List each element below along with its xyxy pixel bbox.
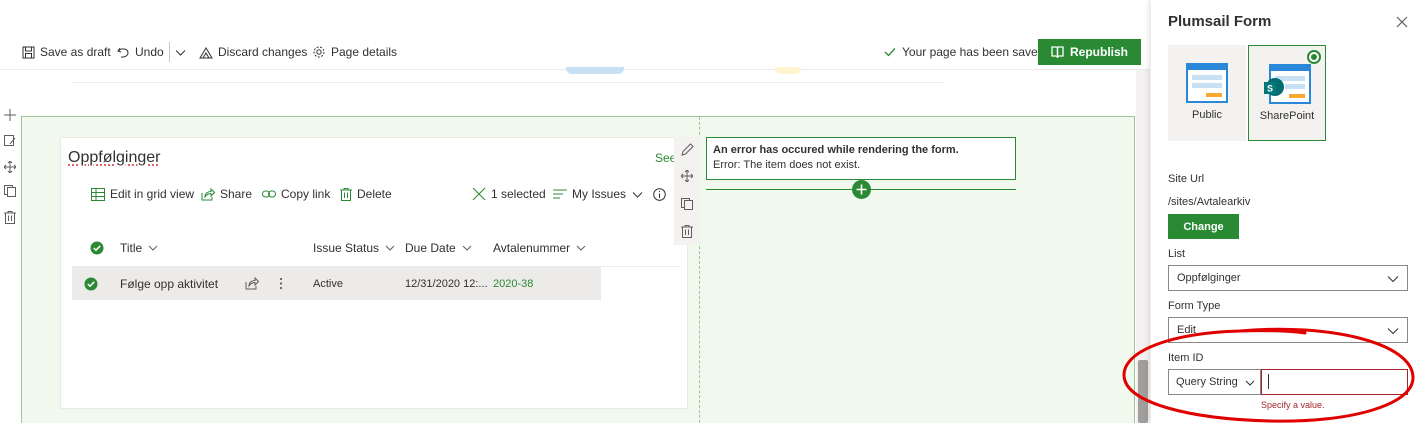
plus-icon (856, 184, 867, 195)
edit-grid-view-button[interactable]: Edit in grid view (91, 185, 194, 203)
grid-icon (91, 187, 105, 201)
chevron-down-icon (385, 245, 395, 251)
section-toolbar (0, 70, 20, 423)
gear-icon (313, 46, 325, 58)
info-button[interactable] (653, 185, 671, 203)
list-label: List (1168, 248, 1186, 260)
close-panel-button[interactable] (1395, 15, 1409, 29)
column-header-due-date[interactable]: Due Date (405, 241, 472, 255)
share-button[interactable]: Share (201, 185, 252, 203)
page-details-button[interactable]: Page details (312, 34, 397, 70)
select-all-check[interactable] (84, 241, 104, 255)
column-header-issue-status[interactable]: Issue Status (313, 241, 395, 255)
add-section-icon[interactable] (3, 108, 17, 122)
undo-button[interactable]: Undo (117, 34, 164, 70)
edit-webpart-icon[interactable] (680, 142, 694, 156)
chevron-down-icon (175, 49, 186, 56)
view-list-icon (553, 189, 567, 199)
panel-title: Plumsail Form (1168, 13, 1272, 30)
republish-button[interactable]: Republish (1038, 39, 1141, 65)
checkmark-icon (884, 48, 896, 57)
command-bar: Save as draft Undo Discard changes Page … (0, 34, 1150, 70)
row-more-button[interactable] (279, 267, 283, 300)
error-title: An error has occured while rendering the… (713, 144, 959, 156)
trash-icon (340, 187, 352, 201)
copy-link-button[interactable]: Copy link (262, 185, 330, 203)
item-id-input[interactable] (1261, 369, 1408, 395)
check-circle-icon (84, 277, 98, 290)
list-dropdown[interactable]: Oppfølginger (1168, 265, 1408, 291)
chevron-down-icon (1245, 380, 1255, 386)
share-icon (201, 187, 215, 200)
form-public-icon (1186, 63, 1228, 103)
chevron-down-icon (576, 245, 586, 251)
share-icon (245, 277, 259, 290)
add-webpart-button[interactable] (852, 180, 871, 199)
delete-button[interactable]: Delete (340, 185, 392, 203)
form-sharepoint-icon: S (1264, 64, 1311, 104)
edit-section-icon[interactable] (3, 134, 17, 148)
save-draft-button[interactable]: Save as draft (22, 34, 111, 70)
item-id-error: Specify a value. (1261, 400, 1325, 410)
column-tag-blue (566, 67, 624, 74)
undo-dropdown-button[interactable] (175, 34, 191, 70)
save-icon (22, 46, 35, 58)
move-webpart-icon[interactable] (680, 169, 694, 183)
site-url-value: /sites/Avtalearkiv (1168, 196, 1251, 208)
list-title[interactable]: Oppfølginger (68, 149, 161, 167)
command-separator (169, 42, 170, 62)
form-type-label: Form Type (1168, 300, 1221, 312)
view-selector[interactable]: My Issues (553, 185, 648, 203)
row-avtalenummer[interactable]: 2020-38 (493, 267, 533, 300)
text-caret (1268, 374, 1269, 389)
tile-sharepoint[interactable]: S SharePoint (1248, 45, 1326, 141)
change-button[interactable]: Change (1168, 214, 1239, 239)
svg-text:S: S (1267, 84, 1273, 94)
discard-changes-button[interactable]: Discard changes (199, 34, 307, 70)
chevron-down-icon (148, 245, 158, 251)
selected-radio-icon (1307, 50, 1321, 64)
site-url-label: Site Url (1168, 173, 1205, 185)
column-header-title[interactable]: Title (120, 241, 158, 255)
row-issue-status: Active (313, 277, 343, 290)
chevron-down-icon (632, 191, 643, 198)
item-id-source-dropdown[interactable]: Query String (1168, 369, 1261, 395)
info-icon (653, 187, 666, 201)
item-id-label: Item ID (1168, 352, 1204, 364)
more-vertical-icon (279, 277, 283, 290)
duplicate-webpart-icon[interactable] (680, 197, 694, 211)
error-message: Error: The item does not exist. (713, 159, 861, 171)
undo-icon (117, 47, 129, 58)
form-error-webpart[interactable]: An error has occured while rendering the… (706, 137, 1016, 180)
clear-selection-button[interactable]: 1 selected (472, 185, 546, 203)
chevron-down-icon (1387, 328, 1399, 335)
page-scrollbar-thumb[interactable] (1138, 360, 1148, 423)
check-circle-icon (90, 241, 104, 255)
delete-webpart-icon[interactable] (680, 224, 694, 238)
duplicate-section-icon[interactable] (3, 184, 17, 198)
chevron-down-icon (462, 245, 472, 251)
row-select-check[interactable] (84, 267, 98, 300)
form-type-dropdown[interactable]: Edit (1168, 317, 1408, 343)
row-share-button[interactable] (245, 267, 259, 300)
saved-status: Your page has been saved (884, 34, 1044, 70)
column-header-avtalenummer[interactable]: Avtalenummer (493, 241, 586, 255)
row-due-date: 12/31/2020 12:... (405, 277, 488, 290)
tile-public-label: Public (1192, 109, 1222, 121)
tile-public[interactable]: Public (1168, 45, 1246, 141)
close-icon (1396, 16, 1408, 28)
delete-section-icon[interactable] (3, 210, 17, 224)
move-section-icon[interactable] (3, 160, 17, 174)
previous-section-divider (72, 82, 944, 83)
discard-icon (199, 46, 213, 58)
link-icon (262, 190, 276, 198)
tile-sharepoint-label: SharePoint (1259, 110, 1315, 122)
close-icon (472, 187, 486, 201)
column-tag-yellow (775, 67, 801, 74)
chevron-down-icon (1387, 276, 1399, 283)
row-title[interactable]: Følge opp aktivitet (120, 267, 218, 300)
book-icon (1051, 46, 1064, 58)
